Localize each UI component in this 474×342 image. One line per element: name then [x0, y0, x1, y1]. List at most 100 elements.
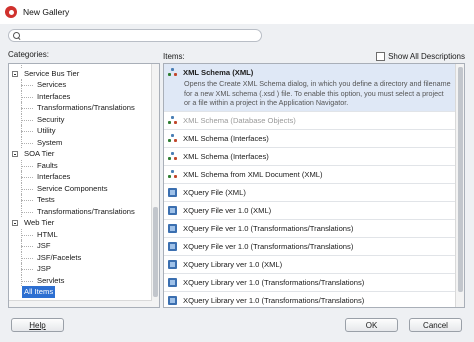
collapse-toggle-icon[interactable]	[12, 151, 18, 157]
title-bar: New Gallery	[0, 0, 474, 24]
items-header: Items:	[163, 52, 185, 61]
xquery-icon	[168, 206, 177, 215]
xml-schema-icon	[168, 116, 177, 125]
tree-item-label: Transformations/Translations	[37, 103, 135, 112]
xquery-icon	[168, 242, 177, 251]
collapse-toggle-icon[interactable]	[12, 70, 18, 77]
tree-item-label: Security	[37, 114, 65, 124]
gallery-item-name: XQuery File ver 1.0 (Transformations/Tra…	[183, 224, 354, 233]
gallery-item[interactable]: XQuery File ver 1.0 (Transformations/Tra…	[164, 238, 456, 256]
tree-item[interactable]: Faults	[9, 159, 152, 172]
gallery-item-name: XQuery File ver 1.0 (Transformations/Tra…	[183, 242, 354, 251]
tree-item[interactable]: Service Components	[9, 182, 152, 195]
tree-item[interactable]: Security	[9, 113, 152, 126]
tree-item[interactable]: Interfaces	[9, 90, 152, 103]
gallery-item-description: Opens the Create XML Schema dialog, in w…	[184, 79, 451, 107]
items-list-panel: XML Schema (XML) Opens the Create XML Sch…	[163, 63, 465, 308]
tree-item-label: JSF	[37, 241, 51, 250]
tree-item[interactable]: HTML	[9, 228, 152, 241]
tree-item[interactable]: System	[9, 136, 152, 149]
categories-horizontal-scrollbar[interactable]	[9, 300, 152, 307]
ok-button-label: OK	[365, 320, 378, 330]
gallery-item-name: XML Schema (Interfaces)	[183, 134, 269, 143]
gallery-item[interactable]: XQuery Library ver 1.0 (Transformations/…	[164, 274, 456, 292]
tree-item[interactable]: Transformations/Translations	[9, 102, 152, 114]
gallery-item[interactable]: XML Schema (XML) Opens the Create XML Sch…	[164, 64, 456, 112]
xquery-icon	[168, 188, 177, 197]
help-button-label: Help	[29, 320, 46, 330]
tree-item[interactable]: Servlets	[9, 274, 152, 287]
categories-scroll-thumb[interactable]	[153, 207, 158, 297]
collapse-toggle-icon[interactable]	[12, 220, 18, 226]
tree-item-label: Interfaces	[37, 172, 71, 181]
show-all-descriptions[interactable]: Show All Descriptions	[376, 52, 465, 61]
gallery-item-name: XML Schema (Interfaces)	[183, 152, 269, 161]
gallery-item[interactable]: XQuery File ver 1.0 (XML)	[164, 202, 456, 220]
tree-item-label: Interfaces	[37, 91, 71, 101]
gallery-item[interactable]: XQuery File (XML)	[164, 184, 456, 202]
categories-header: Categories:	[8, 50, 49, 59]
search-input[interactable]	[24, 30, 244, 41]
tree-item-label: Transformations/Translations	[37, 206, 135, 216]
gallery-item[interactable]: XML Schema from XML Document (XML)	[164, 166, 456, 184]
cancel-button[interactable]: Cancel	[409, 318, 462, 332]
tree-item[interactable]: Interfaces	[9, 171, 152, 183]
gallery-item-name: XQuery File ver 1.0 (XML)	[183, 206, 272, 215]
tree-item-label: Tests	[37, 195, 55, 204]
tree-item-label: HTML	[37, 229, 58, 239]
search-box[interactable]	[8, 29, 262, 42]
tree-item[interactable]: Services	[9, 79, 152, 91]
tree-item-label: Web Tier	[24, 218, 55, 227]
items-vertical-scrollbar[interactable]	[455, 64, 464, 307]
categories-list: Service Bus Tier Services Interfaces Transf…	[9, 64, 152, 298]
tree-node[interactable]: Service Bus Tier	[9, 68, 152, 80]
tree-item-label: Service Bus Tier	[24, 68, 80, 78]
gallery-item[interactable]: XQuery File ver 1.0 (Transformations/Tra…	[164, 220, 456, 238]
tree-item[interactable]: JSF	[9, 240, 152, 252]
ok-button[interactable]: OK	[345, 318, 398, 332]
tree-node[interactable]: Web Tier	[9, 217, 152, 229]
xml-schema-icon	[168, 152, 177, 161]
tree-item[interactable]: Tests	[9, 194, 152, 206]
tree-item-label: All Items	[22, 286, 56, 298]
gallery-item-name: XML Schema (Database Objects)	[183, 116, 296, 125]
app-icon	[5, 6, 17, 18]
xml-schema-icon	[168, 68, 177, 77]
gallery-item-name: XQuery Library ver 1.0 (Transformations/…	[183, 296, 365, 305]
tree-node[interactable]: All Items	[9, 286, 152, 298]
gallery-item[interactable]: XML Schema (Interfaces)	[164, 130, 456, 148]
tree-item-label: Servlets	[37, 275, 65, 285]
gallery-item[interactable]: XQuery Library ver 1.0 (XML)	[164, 256, 456, 274]
show-all-descriptions-checkbox[interactable]	[376, 52, 386, 61]
tree-item-label: JSF/Facelets	[37, 252, 82, 262]
xquery-icon	[168, 260, 177, 269]
xml-schema-icon	[168, 134, 177, 143]
tree-item[interactable]: JSF/Facelets	[9, 251, 152, 264]
items-scroll-thumb[interactable]	[458, 67, 463, 292]
gallery-item[interactable]: XML Schema (Database Objects)	[164, 112, 456, 130]
items-list: XML Schema (XML) Opens the Create XML Sch…	[164, 64, 456, 307]
cancel-button-label: Cancel	[423, 320, 448, 330]
categories-vertical-scrollbar[interactable]	[151, 64, 159, 307]
tree-item-label: Faults	[37, 160, 58, 170]
tree-item-label: Utility	[37, 126, 56, 135]
gallery-item-name: XQuery File (XML)	[183, 188, 246, 197]
tree-item-label: Services	[37, 80, 67, 89]
xquery-icon	[168, 278, 177, 287]
gallery-item-name: XML Schema from XML Document (XML)	[183, 170, 323, 179]
gallery-item-name: XML Schema (XML)	[183, 68, 254, 77]
gallery-item[interactable]: XML Schema (Interfaces)	[164, 148, 456, 166]
tree-node[interactable]: SOA Tier	[9, 148, 152, 160]
categories-tree: Service Bus Tier Services Interfaces Transf…	[8, 63, 160, 308]
gallery-item[interactable]: XQuery Library ver 1.0 (Transformations/…	[164, 292, 456, 307]
tree-item[interactable]: Transformations/Translations	[9, 205, 152, 218]
gallery-item-name: XQuery Library ver 1.0 (Transformations/…	[183, 278, 365, 287]
xquery-icon	[168, 224, 177, 233]
xquery-icon	[168, 296, 177, 305]
tree-item-label: JSP	[37, 264, 51, 273]
tree-item-label: Service Components	[37, 183, 108, 193]
help-button[interactable]: Help	[11, 318, 64, 332]
tree-item[interactable]: Utility	[9, 125, 152, 137]
tree-item-label: System	[37, 137, 63, 147]
tree-item[interactable]: JSP	[9, 263, 152, 275]
